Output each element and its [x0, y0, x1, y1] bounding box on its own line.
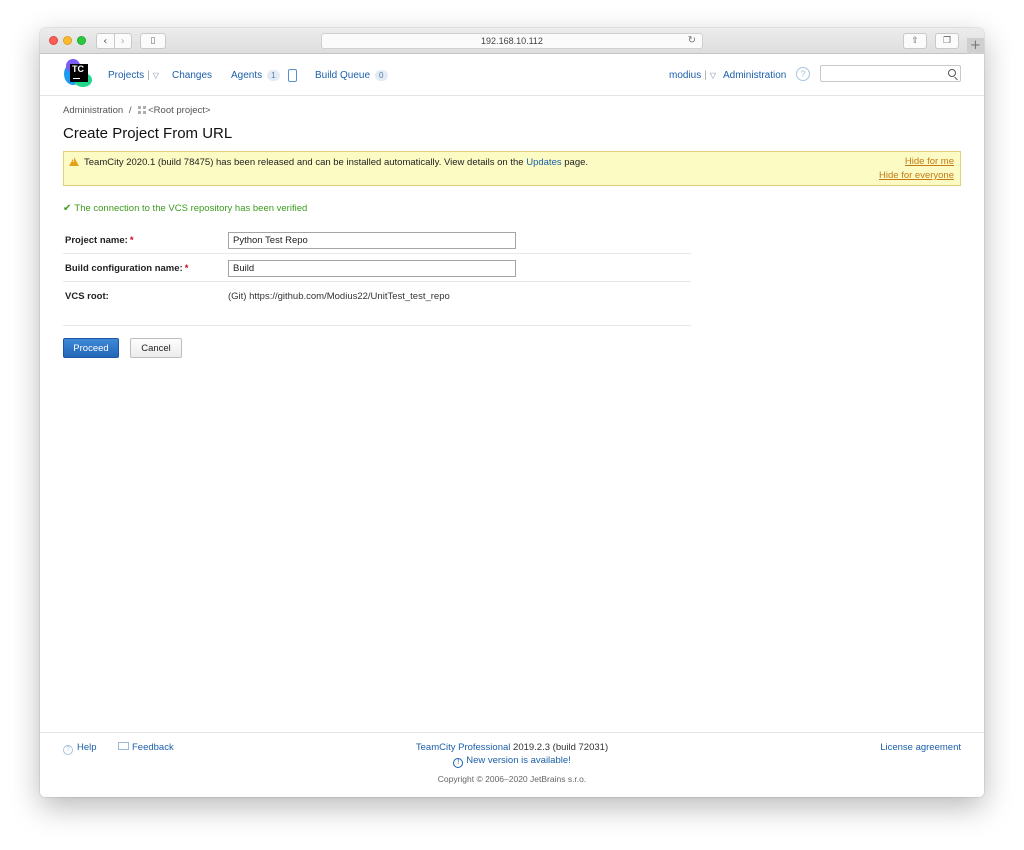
vcs-root-row: VCS root: (Git) https://github.com/Modiu… — [63, 282, 691, 326]
share-icon[interactable]: ⇧ — [903, 33, 927, 49]
search-box — [820, 65, 961, 82]
new-version-link[interactable]: ! New version is available! — [453, 755, 571, 768]
nav-agents: Agents 1 — [231, 54, 297, 96]
user-menu: modius | ▽ — [669, 69, 717, 81]
agents-count-badge: 1 — [267, 69, 280, 81]
breadcrumb-root-project[interactable]: <Root project> — [148, 105, 210, 116]
build-config-name-row: Build configuration name: * — [63, 254, 691, 282]
mobile-device-icon[interactable] — [287, 68, 297, 82]
hide-for-me-link[interactable]: Hide for me — [905, 156, 954, 167]
forward-icon[interactable]: › — [113, 34, 132, 48]
nav-administration: Administration — [723, 54, 786, 96]
product-version: 2019.2.3 (build 72031) — [510, 742, 609, 753]
info-icon: ! — [453, 758, 464, 768]
browser-toolbar: ‹ › ▯ 192.168.10.112 ↻ ⇧ ❐ + — [40, 28, 984, 54]
logo-text: TC — [72, 64, 84, 74]
nav-changes: Changes — [172, 54, 212, 96]
url-text: 192.168.10.112 — [481, 36, 543, 46]
sidebar-toggle-icon[interactable]: ▯ — [140, 33, 166, 49]
nav-agents-link[interactable]: Agents — [231, 70, 262, 81]
footer-new-version: ! New version is available! — [40, 755, 984, 768]
tabs-overview-icon[interactable]: ❐ — [935, 33, 959, 49]
cancel-button[interactable]: Cancel — [130, 338, 182, 358]
search-input[interactable] — [821, 66, 941, 81]
product-link[interactable]: TeamCity Professional — [416, 742, 511, 753]
user-menu-link[interactable]: modius — [669, 70, 701, 81]
build-config-name-input[interactable] — [228, 260, 516, 277]
zoom-window-button[interactable] — [77, 36, 86, 45]
nav-build-queue-link[interactable]: Build Queue — [315, 70, 370, 81]
alert-text-after: page. — [561, 157, 589, 168]
proceed-button[interactable]: Proceed — [63, 338, 119, 358]
help-icon[interactable]: ? — [796, 67, 810, 81]
footer-copyright: Copyright © 2006–2020 JetBrains s.r.o. — [437, 774, 587, 784]
alert-message: TeamCity 2020.1 (build 78475) has been r… — [84, 157, 588, 168]
warning-icon — [69, 157, 79, 166]
breadcrumb: Administration / <Root project> — [63, 105, 210, 116]
page-footer: ? Help Feedback TeamCity Professional 201… — [40, 732, 984, 797]
hide-for-everyone-link[interactable]: Hide for everyone — [879, 170, 954, 181]
new-tab-icon[interactable]: + — [967, 38, 984, 54]
check-icon: ✔ — [63, 203, 72, 214]
vcs-verified-message: ✔ The connection to the VCS repository ha… — [63, 203, 307, 214]
minimize-window-button[interactable] — [63, 36, 72, 45]
nav-build-queue: Build Queue 0 — [315, 54, 388, 96]
breadcrumb-administration[interactable]: Administration — [63, 105, 123, 116]
projects-dropdown-icon[interactable]: ▽ — [153, 71, 159, 80]
reload-icon[interactable]: ↻ — [688, 35, 696, 46]
breadcrumb-separator: / — [128, 105, 132, 116]
nav-projects: Projects | ▽ — [108, 69, 159, 81]
teamcity-logo[interactable]: TC — [64, 59, 94, 89]
nav-administration-link[interactable]: Administration — [723, 70, 786, 81]
project-name-input[interactable] — [228, 232, 516, 249]
vcs-verified-text: The connection to the VCS repository has… — [74, 203, 308, 214]
build-queue-count-badge: 0 — [375, 69, 388, 81]
project-name-label: Project name: * — [65, 235, 134, 246]
footer-product-info: TeamCity Professional 2019.2.3 (build 72… — [40, 742, 984, 753]
vcs-root-value: (Git) https://github.com/Modius22/UnitTe… — [228, 291, 450, 302]
vcs-root-label: VCS root: — [65, 291, 109, 302]
nav-projects-link[interactable]: Projects — [108, 70, 144, 81]
project-grid-icon — [138, 106, 147, 114]
build-config-name-label: Build configuration name: * — [65, 263, 189, 274]
nav-changes-link[interactable]: Changes — [172, 70, 212, 81]
project-name-row: Project name: * — [63, 226, 691, 254]
license-agreement-link[interactable]: License agreement — [880, 742, 961, 753]
back-icon[interactable]: ‹ — [97, 34, 114, 48]
update-alert: TeamCity 2020.1 (build 78475) has been r… — [63, 151, 961, 186]
search-icon[interactable] — [948, 69, 956, 77]
history-nav: ‹ › — [96, 33, 132, 49]
close-window-button[interactable] — [49, 36, 58, 45]
app-header: TC Projects | ▽ Changes Agents 1 Build Qu… — [40, 54, 984, 96]
browser-window: ‹ › ▯ 192.168.10.112 ↻ ⇧ ❐ + TC Projects… — [40, 28, 984, 797]
address-bar[interactable]: 192.168.10.112 ↻ — [321, 33, 703, 49]
updates-link[interactable]: Updates — [526, 157, 561, 168]
user-dropdown-icon[interactable]: ▽ — [710, 71, 716, 80]
page-title: Create Project From URL — [63, 125, 233, 142]
alert-text-before: TeamCity 2020.1 (build 78475) has been r… — [84, 157, 527, 168]
